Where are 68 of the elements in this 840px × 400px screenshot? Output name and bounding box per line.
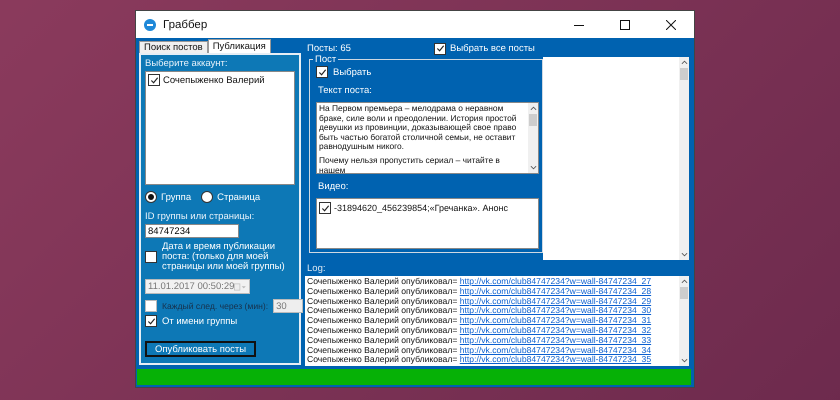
log-text: Сочепыженко Валерий опубликовал= <box>307 286 458 296</box>
scrollbar-thumb[interactable] <box>529 114 537 126</box>
scroll-down-icon[interactable] <box>680 252 688 257</box>
log-link[interactable]: http://vk.com/club84747234?w=wall-84747234_34 <box>460 344 652 355</box>
log-link[interactable]: http://vk.com/club84747234?w=wall-84747234_35 <box>460 354 652 364</box>
log-link[interactable]: http://vk.com/club84747234?w=wall-84747234_29 <box>460 296 652 306</box>
log-link[interactable]: http://vk.com/club84747234?w=wall-84747234_32 <box>460 324 652 335</box>
checkbox[interactable] <box>319 202 331 214</box>
scroll-down-icon[interactable] <box>530 165 536 170</box>
radio-label[interactable]: Страница <box>217 192 260 202</box>
log-label: Log: <box>307 263 326 274</box>
checkbox[interactable] <box>434 42 446 54</box>
post-text-area[interactable] <box>316 102 539 174</box>
tab[interactable]: Поиск постов <box>139 41 208 53</box>
app-icon <box>144 18 156 30</box>
log-link[interactable]: http://vk.com/club84747234?w=wall-84747234_31 <box>460 315 652 326</box>
window-title: Граббер <box>163 18 208 30</box>
id-label: ID группы или страницы: <box>145 211 256 222</box>
maximize-icon[interactable] <box>620 20 630 30</box>
radio-button[interactable] <box>201 191 214 203</box>
id-field[interactable]: 84747234 <box>145 224 239 238</box>
account-name[interactable]: Сочепыженко Валерий <box>163 74 265 86</box>
log-link[interactable]: http://vk.com/club84747234?w=wall-84747234_30 <box>460 305 652 316</box>
post-legend: Пост <box>313 54 338 65</box>
select-label[interactable]: Выбрать <box>333 66 372 78</box>
interval-label: Каждый след. через (мин): <box>162 301 268 311</box>
post-text-label: Текст поста: <box>318 85 373 96</box>
checkbox[interactable] <box>316 66 328 78</box>
post-text: На Первом премьера – мелодрама о неравном браке, силе воли и преодолении. История простой девушки из провинции, доказывающей свое право быть частью богатой столичной семьи, не оставит равнодушным никого. <box>319 104 518 152</box>
video-item[interactable]: -31894620_456239854;«Гречанка». Анонс <box>334 203 508 213</box>
post-text: Почему нельзя пропустить сериал – читайте в нашем <box>319 156 501 173</box>
close-icon[interactable] <box>666 20 676 30</box>
account-label: Выберите аккаунт: <box>145 58 229 69</box>
log-text: Сочепыженко Валерий опубликовал= <box>307 334 458 345</box>
checkbox[interactable] <box>145 315 157 327</box>
log-text: Сочепыженко Валерий опубликовал= <box>307 305 458 316</box>
as-group-label[interactable]: От имени группы <box>162 316 238 326</box>
schedule-label[interactable]: Дата и время публикации поста: (только для моей страницы или моей группы) <box>162 242 295 272</box>
log-text: Сочепыженко Валерий опубликовал= <box>307 344 458 355</box>
log-text: Сочепыженко Валерий опубликовал= <box>307 315 458 326</box>
log-link[interactable]: http://vk.com/club84747234?w=wall-84747234_33 <box>460 334 652 345</box>
scroll-up-icon[interactable] <box>530 106 536 111</box>
scroll-up-icon[interactable] <box>680 60 688 65</box>
scrollbar-thumb[interactable] <box>680 287 688 299</box>
scrollbar[interactable] <box>679 57 689 260</box>
log-link[interactable]: http://vk.com/club84747234?w=wall-84747234_28 <box>460 286 652 296</box>
log-text: Сочепыженко Валерий опубликовал= <box>307 276 458 286</box>
scrollbar-thumb[interactable] <box>680 68 688 80</box>
scrollbar[interactable] <box>679 276 689 366</box>
log-text: Сочепыженко Валерий опубликовал= <box>307 296 458 306</box>
log-link[interactable]: http://vk.com/club84747234?w=wall-84747234_27 <box>460 276 652 286</box>
publish-button[interactable]: Опубликовать посты <box>145 341 256 357</box>
radio-label[interactable]: Группа <box>161 192 192 202</box>
account-list[interactable]: Сочепыженко Валерий <box>145 71 295 185</box>
video-label: Видео: <box>318 181 350 192</box>
scroll-down-icon[interactable] <box>680 358 688 363</box>
scroll-up-icon[interactable] <box>680 279 688 284</box>
checkbox[interactable] <box>145 251 157 263</box>
calendar-icon <box>234 282 247 292</box>
posts-count: Посты: 65 <box>307 43 352 54</box>
scrollbar[interactable] <box>528 103 538 173</box>
select-all-label[interactable]: Выбрать все посты <box>450 43 535 54</box>
tab[interactable]: Публикация <box>208 39 271 53</box>
video-list[interactable]: -31894620_456239854;«Гречанка». Анонс <box>316 198 539 249</box>
log-text: Сочепыженко Валерий опубликовал= <box>307 354 458 364</box>
radio-button[interactable] <box>145 191 157 203</box>
checkbox[interactable] <box>148 74 160 86</box>
log-text: Сочепыженко Валерий опубликовал= <box>307 324 458 335</box>
